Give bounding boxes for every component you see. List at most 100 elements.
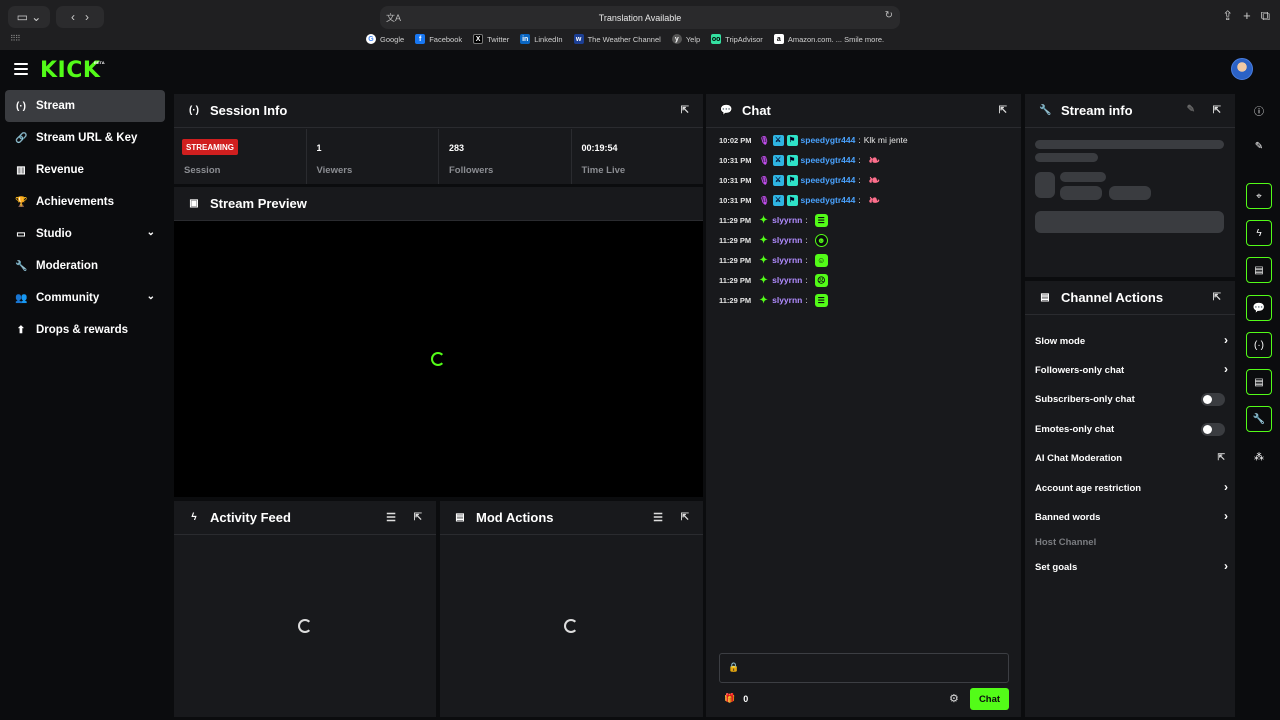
chat-username[interactable]: speedygtr444: [801, 155, 856, 165]
bookmarks-bar: G Google f Facebook X Twitter in LinkedIn wT…: [366, 34, 884, 44]
chat-panel: 💬 Chat ⇱ 10:02 PM 🎙 ⚔ ⚑ speedygtr444: Kl…: [706, 94, 1021, 717]
sidebar-item-achievements[interactable]: 🏆 Achievements: [5, 186, 165, 218]
stream-preview-panel: ▣ Stream Preview: [174, 187, 703, 497]
sparkle-badge-icon: ✦: [759, 214, 768, 226]
chat-bubble-icon[interactable]: 💬: [1246, 295, 1272, 321]
popout-icon[interactable]: ⇱: [1213, 292, 1221, 303]
kick-logo[interactable]: KICK: [40, 58, 100, 83]
chat-input[interactable]: 🔒: [719, 653, 1009, 683]
wrench-icon: 🔧: [15, 260, 28, 272]
chevron-right-icon: ›: [1224, 559, 1228, 573]
chat-username[interactable]: slyyrnn: [772, 215, 802, 225]
filter-icon[interactable]: ☰: [653, 511, 663, 524]
popout-icon[interactable]: ⇱: [681, 512, 689, 523]
chat-username[interactable]: slyyrnn: [772, 255, 802, 265]
gear-icon[interactable]: ⚙: [949, 692, 959, 705]
lock-icon: 🔒: [728, 662, 740, 672]
loading-spinner-icon: [564, 619, 578, 633]
channel-icon[interactable]: ▤: [1246, 369, 1272, 395]
account-age-row[interactable]: Account age restriction ›: [1035, 478, 1228, 498]
bookmark-weather[interactable]: w The Weather Channel: [573, 34, 661, 44]
lightning-icon[interactable]: ϟ: [1246, 220, 1272, 246]
menu-icon[interactable]: [14, 63, 28, 75]
chat-username[interactable]: speedygtr444: [801, 135, 856, 145]
loading-spinner-icon: [298, 619, 312, 633]
chat-header: 💬 Chat ⇱: [706, 94, 1021, 128]
broadcast-icon[interactable]: (·): [1246, 332, 1272, 358]
new-tab-icon[interactable]: +: [1243, 8, 1251, 24]
sidebar-item-drops-rewards[interactable]: ⬆ Drops & rewards: [5, 314, 165, 346]
set-goals-row[interactable]: Set goals ›: [1035, 557, 1228, 577]
sidebar-item-revenue[interactable]: ▥ Revenue: [5, 154, 165, 186]
edit-icon[interactable]: ✎: [1187, 104, 1195, 115]
emotes-only-toggle[interactable]: [1201, 423, 1225, 436]
chat-username[interactable]: speedygtr444: [801, 195, 856, 205]
sparkle-badge-icon: ✦: [759, 294, 768, 306]
chevron-down-icon[interactable]: ⌄: [147, 227, 155, 238]
emote-icon: ❧: [868, 191, 881, 208]
followers-only-row[interactable]: Followers-only chat ›: [1035, 360, 1228, 380]
chevron-down-icon[interactable]: ⌄: [147, 291, 155, 302]
bookmark-google[interactable]: G Google: [366, 34, 404, 44]
bookmark-tripadvisor[interactable]: oo TripAdvisor: [711, 34, 763, 44]
chat-username[interactable]: speedygtr444: [801, 175, 856, 185]
popout-icon[interactable]: ⇱: [999, 105, 1007, 116]
chevron-right-icon: ›: [1224, 480, 1228, 494]
avatar[interactable]: [1231, 58, 1253, 80]
emote-icon: ☹: [814, 273, 828, 287]
microphone-badge-icon: 🎙: [758, 175, 770, 185]
sidebar-item-moderation[interactable]: 🔧 Moderation: [5, 250, 165, 282]
bookmark-yelp[interactable]: y Yelp: [671, 34, 700, 44]
chat-username[interactable]: slyyrnn: [772, 235, 802, 245]
emote-icon: ❧: [868, 171, 881, 188]
popout-icon[interactable]: ⇱: [1213, 105, 1221, 116]
tripadvisor-icon: oo: [711, 34, 722, 44]
sidebar-item-stream-url-key[interactable]: 🔗 Stream URL & Key: [5, 122, 165, 154]
tabs-overview-icon[interactable]: ⧉: [1261, 8, 1270, 24]
share-icon[interactable]: ⇪: [1222, 8, 1233, 24]
stream-preview-video[interactable]: [174, 221, 703, 497]
pencil-icon[interactable]: ✎: [1246, 133, 1272, 159]
sidebar-item-studio[interactable]: ▭ Studio ⌄: [5, 218, 165, 250]
bookmark-facebook[interactable]: f Facebook: [415, 34, 462, 44]
chat-username[interactable]: slyyrnn: [772, 275, 802, 285]
slow-mode-row[interactable]: Slow mode ›: [1035, 331, 1228, 351]
wrench-icon[interactable]: 🔧: [1246, 406, 1272, 432]
activity-feed-panel: ϟ Activity Feed ☰ ⇱: [174, 501, 436, 717]
points-display[interactable]: 🎁 0: [724, 693, 748, 704]
chat-message: 10:31 PM 🎙 ⚔ ⚑ speedygtr444: ❧: [719, 191, 881, 208]
bookmark-twitter[interactable]: X Twitter: [473, 34, 509, 44]
banned-words-row[interactable]: Banned words ›: [1035, 507, 1228, 527]
document-icon: ▤: [455, 512, 465, 523]
popout-icon[interactable]: ⇱: [681, 105, 689, 116]
grid-icon[interactable]: ⠿⠿: [10, 34, 21, 43]
viewers-value: 1: [316, 143, 322, 153]
bookmark-linkedin[interactable]: in LinkedIn: [520, 34, 563, 44]
followers-cell: 283 Followers: [439, 129, 572, 184]
reload-icon[interactable]: ↻: [885, 10, 893, 21]
info-icon[interactable]: ⓘ: [1246, 97, 1272, 123]
add-widget-icon[interactable]: ⁂: [1246, 444, 1272, 470]
camera-focus-icon[interactable]: ⌖: [1246, 183, 1272, 209]
channel-actions-header: ▤ Channel Actions ⇱: [1025, 281, 1235, 315]
history-nav-buttons[interactable]: ‹ ›: [56, 6, 104, 28]
document-icon[interactable]: ▤: [1246, 257, 1272, 283]
sidebar-item-community[interactable]: 👥 Community ⌄: [5, 282, 165, 314]
sparkle-badge-icon: ✦: [759, 234, 768, 246]
subscribers-only-toggle[interactable]: [1201, 393, 1225, 406]
chat-send-button[interactable]: Chat: [970, 688, 1009, 710]
popout-icon[interactable]: ⇱: [414, 512, 422, 523]
sidebar-item-stream[interactable]: (·) Stream: [5, 90, 165, 122]
sidebar-toggle-button[interactable]: ▭ ⌄: [8, 6, 50, 28]
translate-icon[interactable]: 文A: [386, 11, 401, 24]
chat-username[interactable]: slyyrnn: [772, 295, 802, 305]
filter-icon[interactable]: ☰: [386, 511, 396, 524]
app-header: KICK BETA: [0, 50, 1280, 90]
emote-icon: ☰: [814, 293, 828, 307]
followers-value: 283: [449, 143, 465, 153]
ai-chat-moderation-row[interactable]: AI Chat Moderation ⇱: [1035, 448, 1225, 468]
address-bar[interactable]: 文A Translation Available ↻: [380, 6, 900, 29]
bookmark-amazon[interactable]: a Amazon.com. ... Smile more.: [773, 34, 884, 44]
skeleton-block: [1035, 211, 1224, 233]
loading-spinner-icon: [431, 352, 445, 366]
